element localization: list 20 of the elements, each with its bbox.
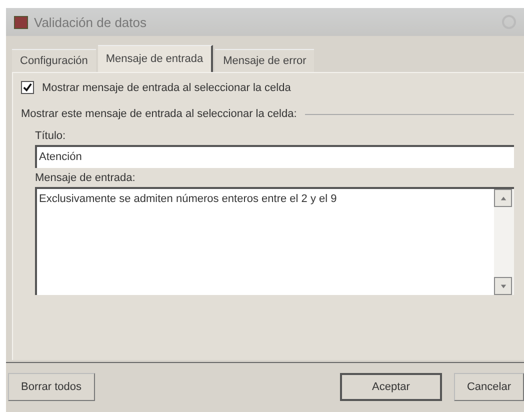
field-label: Título: xyxy=(35,130,67,142)
message-field[interactable]: Exclusivamente se admiten números enteros entre el 2 y el 9 xyxy=(35,187,514,295)
field-label: Mensaje de entrada: xyxy=(35,172,136,184)
ok-button[interactable]: Aceptar xyxy=(340,373,442,401)
app-icon xyxy=(14,16,28,28)
checkbox-label[interactable]: Mostrar mensaje de entrada al seleccionar la celda xyxy=(42,82,291,94)
up-arrow-icon xyxy=(500,194,506,202)
group-label: Mostrar este mensaje de entrada al seleccionar la celda: xyxy=(21,108,297,120)
clear-all-button[interactable]: Borrar todos xyxy=(8,373,95,401)
tab[interactable]: Mensaje de error xyxy=(215,49,314,72)
check-icon xyxy=(23,83,32,92)
down-arrow-icon xyxy=(500,282,506,290)
window-title: Validación de datos xyxy=(34,14,147,30)
checkbox[interactable] xyxy=(21,81,34,94)
tab[interactable]: Configuración xyxy=(12,49,96,72)
scroll-down-button[interactable] xyxy=(494,277,512,295)
cancel-button[interactable]: Cancelar xyxy=(454,373,524,401)
scroll-up-button[interactable] xyxy=(494,189,512,207)
tab[interactable]: Mensaje de entrada xyxy=(98,45,214,72)
title-field[interactable]: Atención xyxy=(35,145,514,168)
